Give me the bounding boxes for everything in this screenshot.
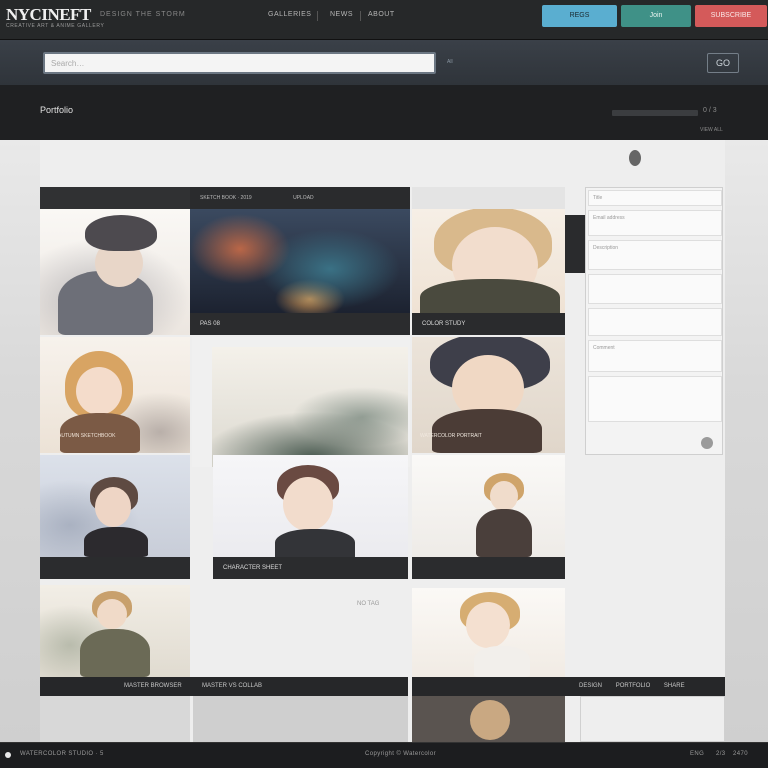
subscribe-button[interactable]: SUBSCRIBE xyxy=(695,5,767,27)
card-caption-bar xyxy=(40,557,190,579)
tag-label: NO TAG xyxy=(357,601,380,607)
card-caption: CHARACTER SHEET xyxy=(213,557,408,579)
status-dot-icon xyxy=(5,752,11,758)
card-header-right xyxy=(412,187,565,209)
gallery-card[interactable] xyxy=(40,455,190,579)
gallery-card[interactable] xyxy=(40,585,190,677)
figure-body xyxy=(476,509,532,557)
nav-divider xyxy=(317,11,318,21)
header-tagline: DESIGN THE STORM xyxy=(100,11,186,18)
view-all-link[interactable]: VIEW ALL xyxy=(700,127,723,133)
card-caption: WATERCOLOR PORTRAIT xyxy=(420,433,482,439)
card-caption: MASTER VS COLLAB xyxy=(202,683,263,689)
gallery-card[interactable] xyxy=(412,455,565,579)
search-band: All GO xyxy=(0,40,768,85)
figure-head xyxy=(470,700,510,740)
card-header-center: SKETCH BOOK · 2019 UPLOAD xyxy=(190,187,410,209)
row-bar-mid: MASTER VS COLLAB xyxy=(190,677,408,696)
figure-head xyxy=(283,477,333,531)
form-field-blank[interactable] xyxy=(580,696,725,742)
card-caption: PAS 08 xyxy=(190,313,410,335)
top-navigation-bar: NYCINEFT CREATIVE ART & ANIME GALLERY DE… xyxy=(0,0,768,40)
gallery-card[interactable] xyxy=(40,209,190,335)
gallery-card[interactable]: AUTUMN SKETCHBOOK xyxy=(40,337,190,453)
card-header-title: SKETCH BOOK · 2019 xyxy=(200,195,252,201)
card-header-left xyxy=(40,187,190,209)
figure-body xyxy=(275,529,355,559)
figure-body xyxy=(432,409,542,453)
footer-total: 2470 xyxy=(733,751,748,757)
pin-icon xyxy=(629,150,641,166)
nav-link-news[interactable]: NEWS xyxy=(330,11,353,18)
footer-left-text: WATERCOLOR STUDIO · 5 xyxy=(20,751,104,757)
form-field-description[interactable]: Description xyxy=(588,240,722,270)
figure-hat xyxy=(85,215,157,251)
regs-button[interactable]: REGS xyxy=(542,5,617,27)
row-link-share[interactable]: SHARE xyxy=(664,683,685,689)
figure-head xyxy=(490,481,518,511)
gallery-card[interactable]: WATERCOLOR PORTRAIT xyxy=(412,337,565,453)
row-bar-right: DESIGN PORTFOLIO SHARE xyxy=(412,677,725,696)
form-field-email[interactable]: Email address xyxy=(588,210,722,236)
figure-body xyxy=(474,646,530,677)
card-header-upload-link[interactable]: UPLOAD xyxy=(293,195,314,201)
gallery-card[interactable]: COLOR STUDY xyxy=(412,209,565,335)
nav-divider xyxy=(360,11,361,21)
card-artwork xyxy=(190,209,410,313)
figure-head xyxy=(97,599,127,629)
page-title: Portfolio xyxy=(40,105,74,115)
gallery-card[interactable] xyxy=(192,337,410,467)
join-button[interactable]: Join xyxy=(621,5,691,27)
form-field-blank[interactable] xyxy=(588,274,722,304)
figure-head xyxy=(466,602,510,648)
form-textarea[interactable] xyxy=(588,376,722,422)
site-logo[interactable]: NYCINEFT xyxy=(6,5,91,25)
footer-bar: WATERCOLOR STUDIO · 5 Copyright © Waterc… xyxy=(0,742,768,768)
search-input[interactable] xyxy=(43,52,436,74)
footer-page-size: 2/3 xyxy=(716,751,726,757)
card-caption-bar xyxy=(412,557,565,579)
send-icon[interactable] xyxy=(701,437,713,449)
card-caption: AUTUMN SKETCHBOOK xyxy=(58,433,116,439)
gallery-card[interactable]: CHARACTER SHEET xyxy=(213,455,408,579)
section-scroll-track[interactable] xyxy=(612,110,698,116)
search-scope-label[interactable]: All xyxy=(447,59,453,65)
nav-link-about[interactable]: ABOUT xyxy=(368,11,395,18)
gallery-card[interactable] xyxy=(193,696,408,742)
section-header: Portfolio 0 / 3 xyxy=(0,85,768,140)
figure-head xyxy=(95,487,131,527)
logo-subtitle: CREATIVE ART & ANIME GALLERY xyxy=(6,23,105,29)
form-field-comment[interactable]: Comment xyxy=(588,340,722,372)
nav-link-galleries[interactable]: GALLERIES xyxy=(268,11,311,18)
figure-head xyxy=(76,367,122,415)
side-form-panel: Title Email address Description Comment xyxy=(585,187,723,455)
row-link-design[interactable]: DESIGN xyxy=(579,683,602,689)
row-bar-left: MASTER BROWSER xyxy=(40,677,190,696)
card-artwork xyxy=(212,347,408,467)
search-submit-button[interactable]: GO xyxy=(707,53,739,73)
footer-language[interactable]: ENG xyxy=(690,751,704,757)
gallery-card[interactable] xyxy=(412,696,565,742)
page-counter: 0 / 3 xyxy=(703,107,717,114)
gallery-card[interactable] xyxy=(40,696,190,742)
figure-body xyxy=(84,527,148,557)
decorative-watercolor-strip xyxy=(190,146,720,182)
gallery-card[interactable]: PAS 08 xyxy=(190,209,410,335)
figure-body xyxy=(80,629,150,677)
footer-copyright: Copyright © Watercolor xyxy=(365,751,437,757)
card-side-tab xyxy=(565,215,585,273)
form-field-title[interactable]: Title xyxy=(588,190,722,206)
card-caption: MASTER BROWSER xyxy=(124,683,182,689)
card-caption: COLOR STUDY xyxy=(412,313,565,335)
row-link-portfolio[interactable]: PORTFOLIO xyxy=(616,683,651,689)
gallery-card[interactable] xyxy=(412,588,565,677)
form-field-blank[interactable] xyxy=(588,308,722,336)
